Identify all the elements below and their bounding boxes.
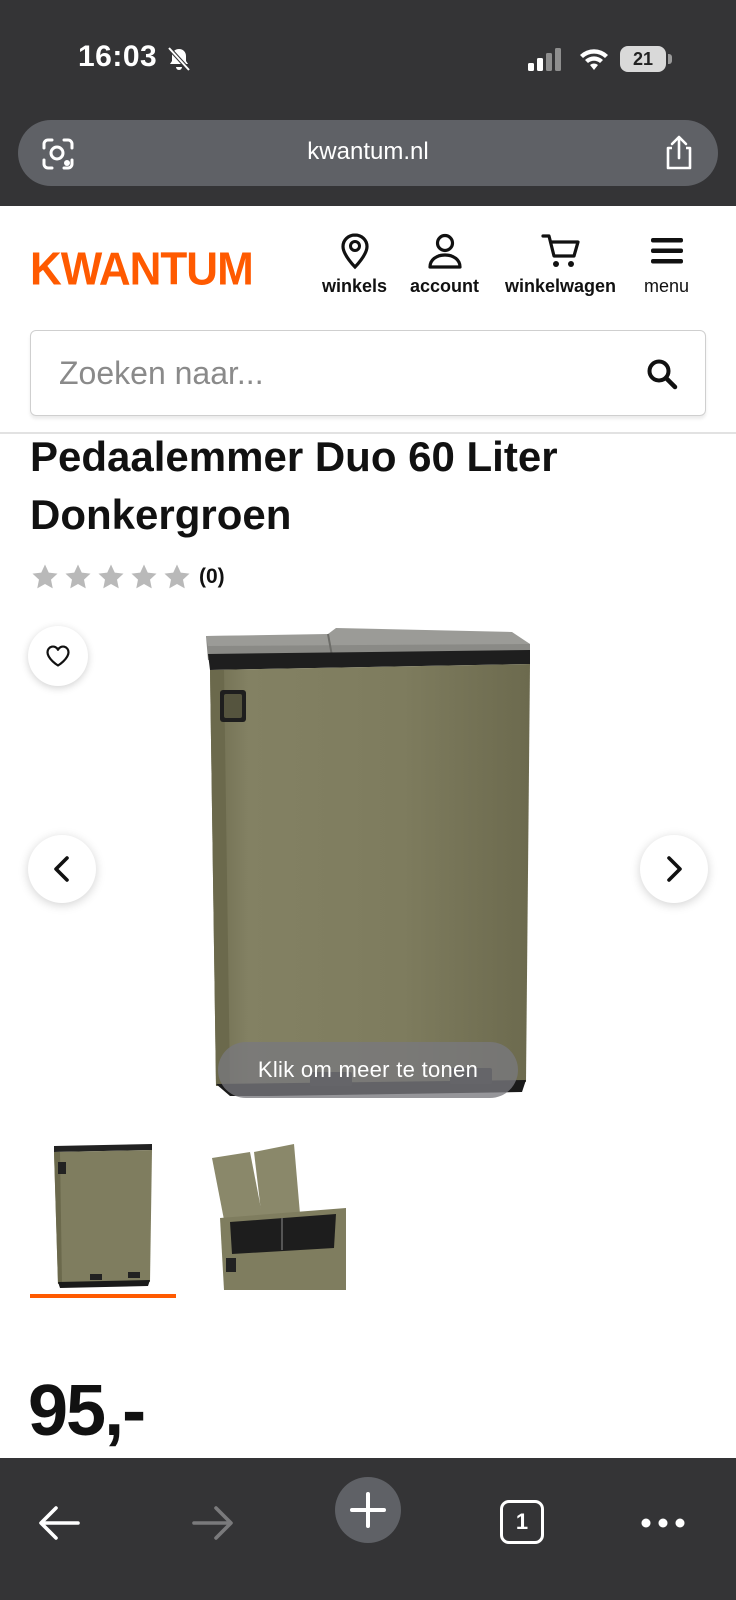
favorite-button[interactable]: [28, 626, 88, 686]
heart-icon: [46, 645, 70, 667]
thumbnail-open[interactable]: [206, 1138, 354, 1290]
search-icon[interactable]: [645, 357, 679, 391]
back-arrow-icon[interactable]: [36, 1504, 82, 1542]
bell-slash-icon: [167, 46, 191, 72]
gallery-next-button[interactable]: [640, 835, 708, 903]
thumbnail-active-indicator: [30, 1294, 176, 1298]
search-placeholder[interactable]: Zoeken naar...: [59, 355, 264, 392]
show-more-overlay[interactable]: Klik om meer te tonen: [218, 1042, 518, 1098]
nav-winkelwagen[interactable]: winkelwagen: [505, 232, 616, 297]
more-dots-icon[interactable]: [640, 1516, 686, 1530]
share-icon[interactable]: [662, 134, 696, 172]
nav-account[interactable]: account: [410, 232, 479, 297]
location-pin-icon: [340, 233, 369, 270]
wifi-icon: [580, 49, 608, 70]
signal-icon: [528, 48, 561, 71]
star-icon: [164, 564, 190, 589]
chevron-left-icon: [54, 856, 69, 882]
nav-account-label: account: [410, 276, 480, 296]
product-title: Pedaalemmer Duo 60 Liter Donkergroen: [30, 433, 558, 538]
hamburger-icon: [650, 238, 683, 264]
cart-icon: [540, 234, 580, 267]
nav-menu[interactable]: menu: [644, 232, 689, 297]
product-price: 95,-: [28, 1371, 146, 1451]
browser-toolbar: 1: [0, 1458, 736, 1600]
gallery-prev-button[interactable]: [28, 835, 96, 903]
thumbnail-closed[interactable]: [30, 1138, 178, 1290]
new-tab-plus-icon[interactable]: [334, 1476, 402, 1544]
nav-menu-label: menu: [644, 276, 690, 296]
search-input[interactable]: Zoeken naar...: [30, 330, 706, 416]
status-time: 16:03: [78, 40, 158, 73]
battery-icon: 21: [620, 46, 672, 72]
browser-top-chrome: 16:03 21 kwantum.nl: [0, 0, 736, 206]
nav-winkels-label: winkels: [322, 276, 388, 296]
product-image[interactable]: [200, 626, 534, 1110]
forward-arrow-icon[interactable]: [190, 1504, 236, 1542]
nav-winkelwagen-label: winkelwagen: [505, 276, 617, 296]
tabs-button[interactable]: 1: [500, 1500, 544, 1544]
address-bar[interactable]: kwantum.nl: [18, 120, 718, 186]
chevron-right-icon: [667, 856, 682, 882]
star-icon: [32, 564, 58, 589]
star-icon: [98, 564, 124, 589]
kwantum-logo[interactable]: KWANTUM: [30, 244, 254, 297]
battery-level: 21: [620, 46, 666, 72]
star-icon: [131, 564, 157, 589]
user-icon: [427, 233, 462, 269]
rating-stars[interactable]: (0): [30, 562, 225, 592]
nav-winkels[interactable]: winkels: [322, 232, 387, 297]
url-text[interactable]: kwantum.nl: [18, 138, 718, 166]
star-icon: [65, 564, 91, 589]
review-count[interactable]: (0): [199, 565, 225, 589]
